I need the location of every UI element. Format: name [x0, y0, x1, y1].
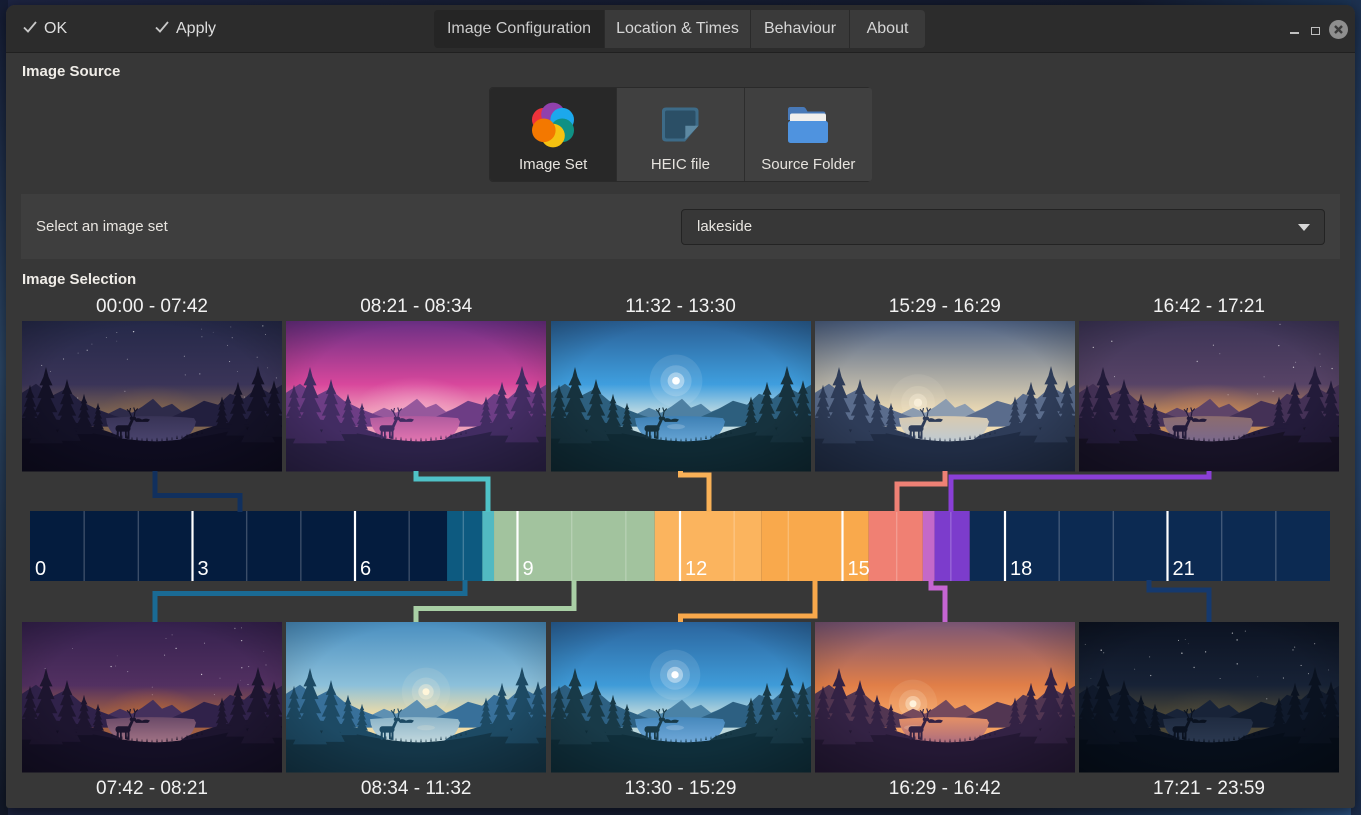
svg-text:3: 3: [198, 558, 209, 580]
svg-text:12: 12: [685, 558, 707, 580]
svg-text:6: 6: [360, 558, 371, 580]
svg-text:0: 0: [35, 558, 46, 580]
svg-text:15: 15: [848, 558, 870, 580]
svg-text:9: 9: [523, 558, 534, 580]
svg-text:18: 18: [1010, 558, 1032, 580]
svg-text:21: 21: [1173, 558, 1195, 580]
